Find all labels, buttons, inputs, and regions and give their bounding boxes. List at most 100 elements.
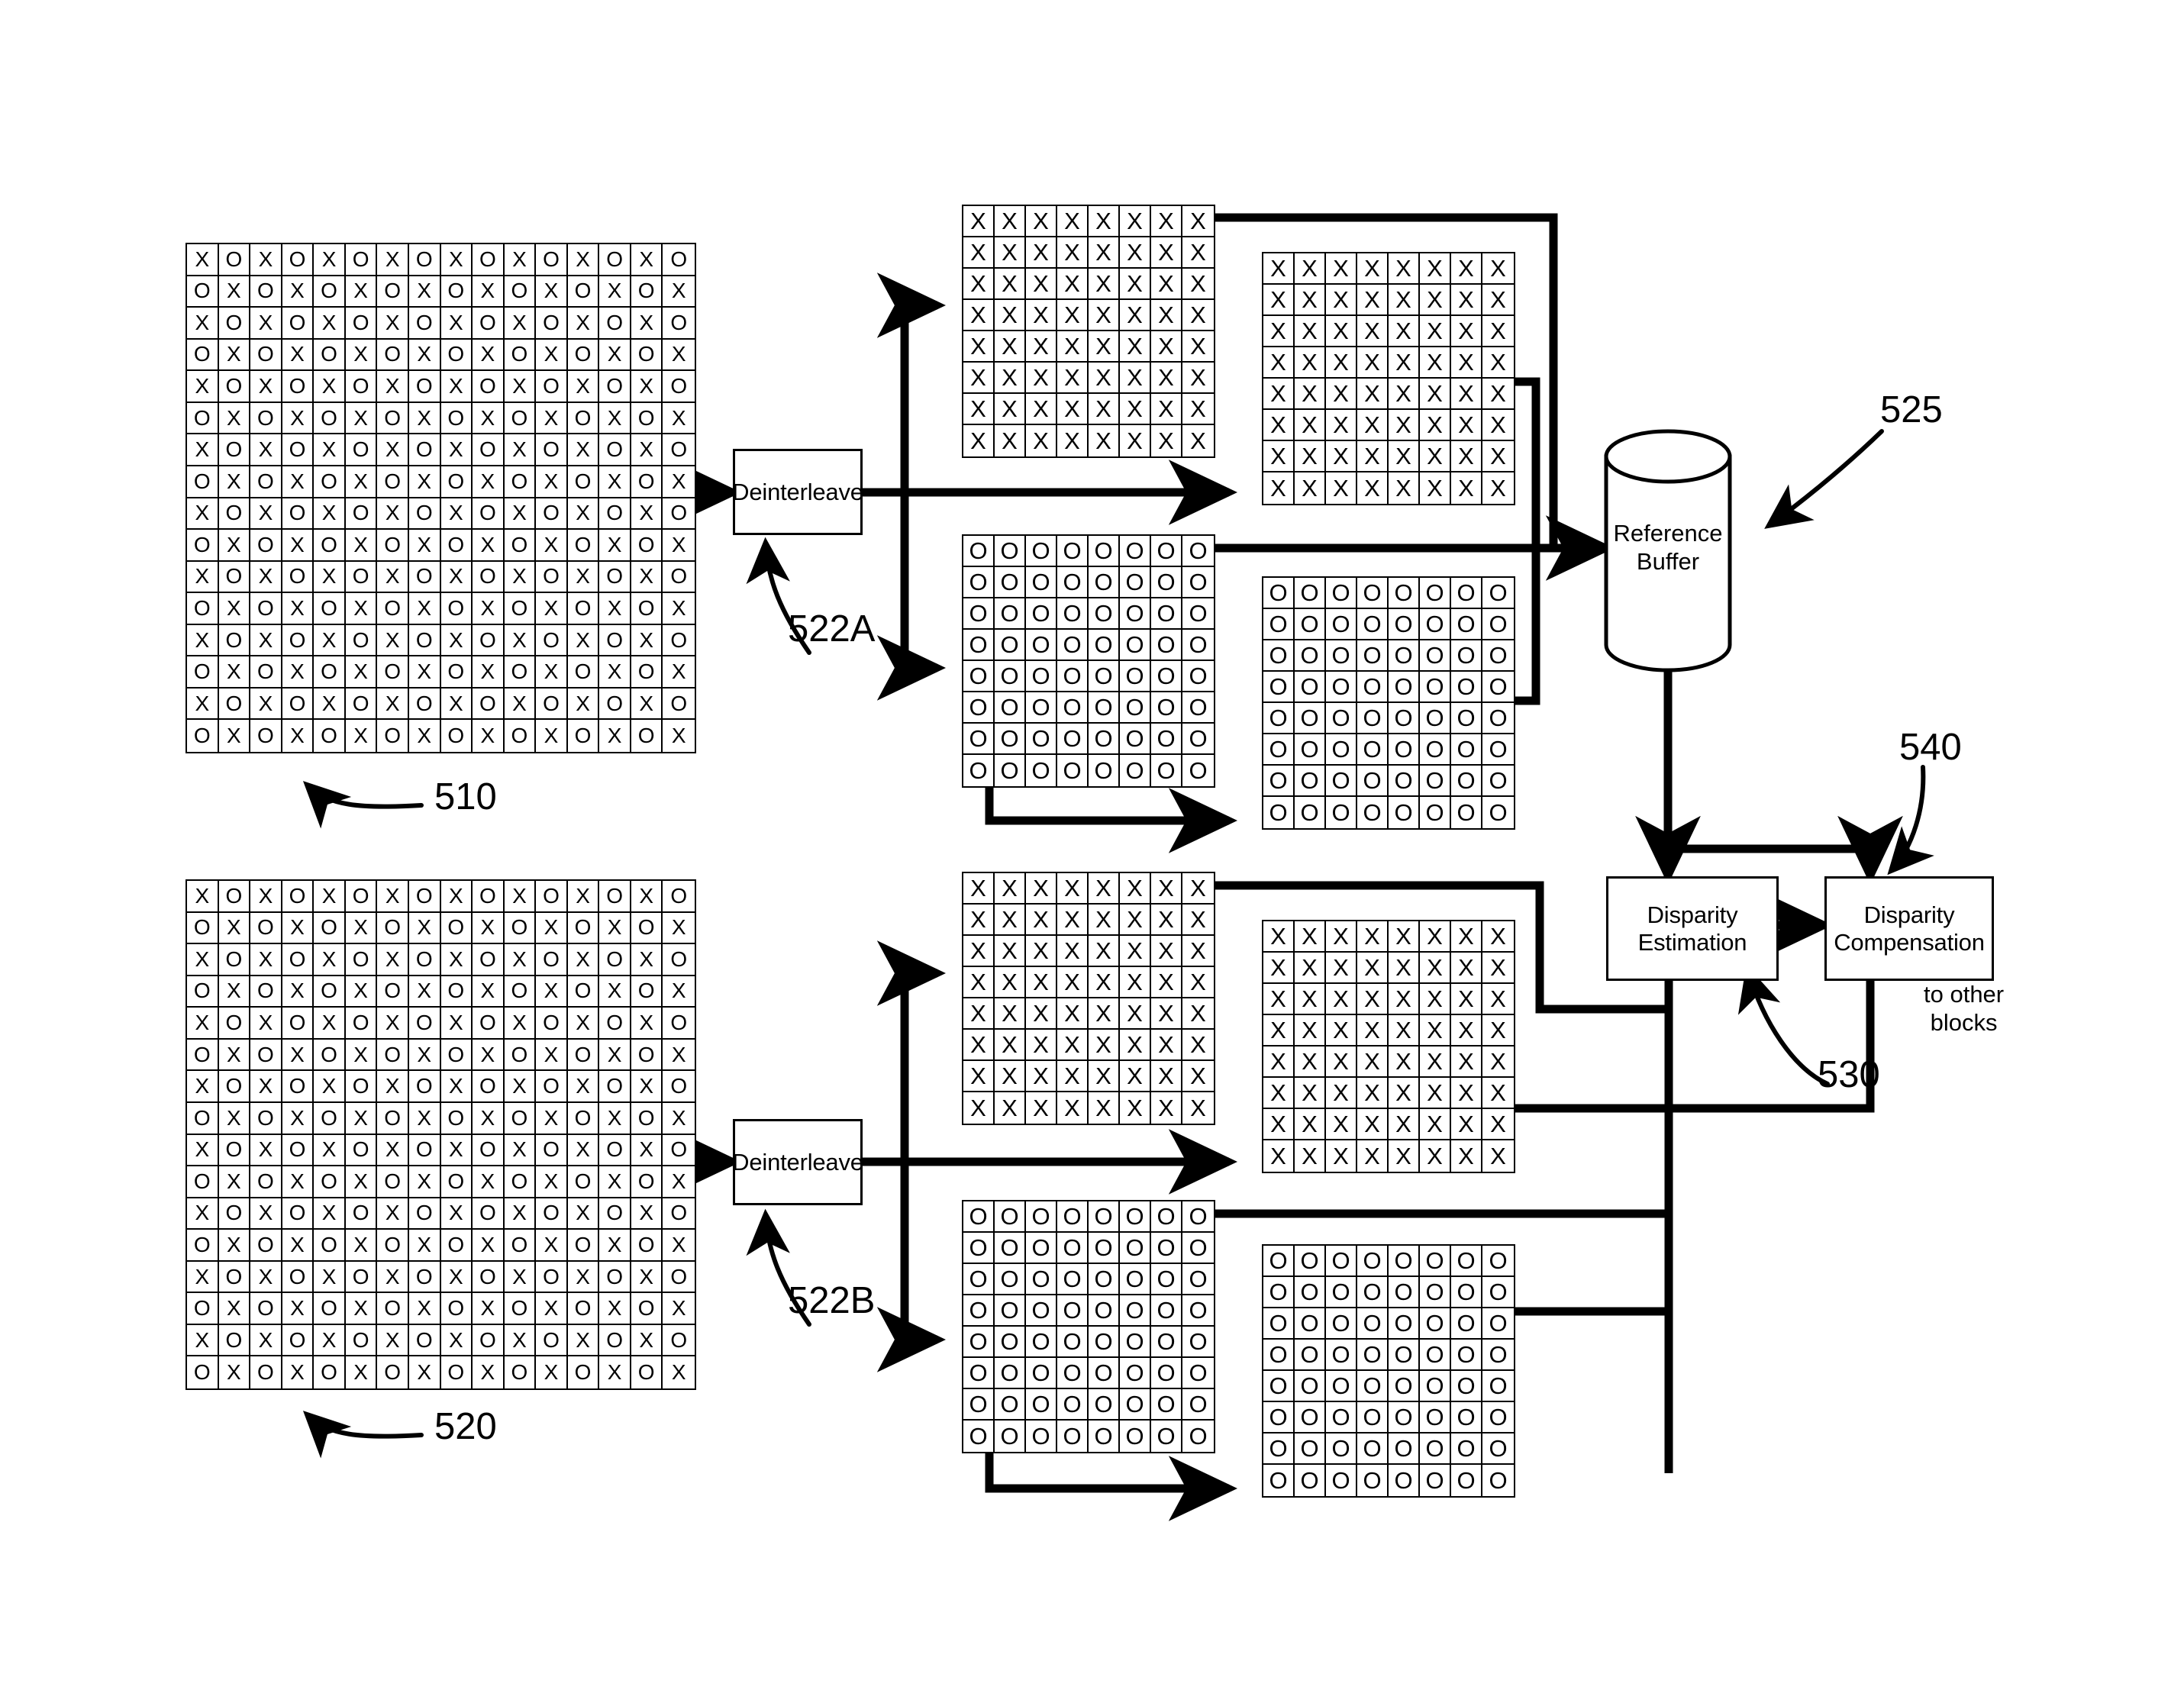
grid-cell: O xyxy=(1389,703,1420,734)
grid-cell: X xyxy=(995,1092,1026,1124)
grid-cell: O xyxy=(408,1134,441,1167)
grid-cell: O xyxy=(663,1261,695,1294)
grid-cell: O xyxy=(599,1134,631,1167)
grid-cell: O xyxy=(567,1230,600,1262)
grid-cell: X xyxy=(1151,363,1182,394)
grid-cell: O xyxy=(1295,734,1326,766)
grid-cell: O xyxy=(408,944,441,976)
grid-cell: O xyxy=(250,1102,282,1135)
grid-cell: X xyxy=(345,402,378,435)
grid-cell: X xyxy=(440,498,473,531)
grid-cell: O xyxy=(1389,734,1420,766)
grid-cell: X xyxy=(1120,967,1151,998)
grid-cell: O xyxy=(963,1201,995,1233)
grid-cell: O xyxy=(1151,1295,1182,1327)
grid-cell: O xyxy=(408,1071,441,1103)
to-other-blocks-note: to other blocks xyxy=(1924,981,2004,1037)
grid-cell: O xyxy=(1295,1277,1326,1308)
grid-cell: X xyxy=(1482,472,1514,504)
grid-cell: X xyxy=(408,530,441,562)
grid-cell: O xyxy=(1326,703,1357,734)
grid-cell: X xyxy=(408,402,441,435)
grid-cell: O xyxy=(345,1134,378,1167)
grid-cell: X xyxy=(1357,472,1389,504)
grid-cell: X xyxy=(377,308,409,340)
grid-cell: X xyxy=(282,1230,315,1262)
grid-cell: X xyxy=(1089,1030,1120,1061)
grid-cell: X xyxy=(1295,1046,1326,1078)
grid-cell: O xyxy=(218,1324,251,1357)
grid-cell: O xyxy=(473,688,505,721)
grid-cell: O xyxy=(1389,640,1420,672)
grid-cell: O xyxy=(1182,567,1214,598)
grid-cell: X xyxy=(663,530,695,562)
grid-cell: X xyxy=(1026,394,1057,425)
grid-cell: O xyxy=(1151,755,1182,786)
grid-cell: X xyxy=(1482,1078,1514,1109)
deinterleave-a-box[interactable]: Deinterleave xyxy=(732,449,863,535)
grid-cell: O xyxy=(1420,766,1451,797)
grid-cell: O xyxy=(599,561,631,594)
grid-cell: X xyxy=(504,881,537,913)
grid-cell: O xyxy=(282,1198,315,1230)
disparity-estimation-box[interactable]: Disparity Estimation xyxy=(1606,876,1779,981)
grid-cell: O xyxy=(1451,766,1482,797)
grid-cell: O xyxy=(1357,1371,1389,1402)
grid-cell: O xyxy=(1263,1308,1295,1340)
grid-cell: O xyxy=(1151,692,1182,724)
grid-cell: X xyxy=(1182,1092,1214,1124)
grid-cell: O xyxy=(345,624,378,657)
deinterleave-b-box[interactable]: Deinterleave xyxy=(732,1119,863,1205)
grid-cell: X xyxy=(473,1230,505,1262)
grid-cell: X xyxy=(1057,269,1089,300)
grid-cell: O xyxy=(408,624,441,657)
grid-cell: X xyxy=(567,1198,600,1230)
grid-cell: O xyxy=(995,1327,1026,1358)
grid-cell: X xyxy=(631,944,663,976)
grid-cell: X xyxy=(377,244,409,276)
grid-cell: X xyxy=(599,466,631,498)
grid-cell: O xyxy=(1357,1433,1389,1465)
grid-cell: O xyxy=(1451,1308,1482,1340)
grid-cell: X xyxy=(1389,472,1420,504)
disparity-compensation-label-line2: Compensation xyxy=(1834,928,1985,956)
grid-cell: O xyxy=(1420,703,1451,734)
grid-cell: O xyxy=(1182,724,1214,755)
grid-cell: O xyxy=(963,598,995,630)
grid-cell: X xyxy=(1182,1030,1214,1061)
grid-cell: X xyxy=(1151,1061,1182,1092)
grid-cell: X xyxy=(377,624,409,657)
grid-cell: O xyxy=(377,912,409,945)
grid-cell: X xyxy=(631,1071,663,1103)
grid-cell: O xyxy=(1120,1201,1151,1233)
grid-cell: X xyxy=(1057,936,1089,967)
grid-cell: O xyxy=(995,536,1026,567)
grid-cell: X xyxy=(663,720,695,752)
disparity-compensation-box[interactable]: Disparity Compensation xyxy=(1824,876,1994,981)
grid-cell: X xyxy=(663,1102,695,1135)
grid-cell: X xyxy=(187,308,219,340)
grid-cell: O xyxy=(1451,1277,1482,1308)
grid-cell: X xyxy=(1451,253,1482,285)
grid-cell: O xyxy=(504,720,537,752)
grid-cell: O xyxy=(1357,578,1389,609)
grid-cell: X xyxy=(1026,363,1057,394)
grid-cell: O xyxy=(1295,609,1326,640)
grid-cell: X xyxy=(1357,316,1389,347)
grid-cell: X xyxy=(1389,347,1420,379)
grid-cell: X xyxy=(314,624,346,657)
grid-cell: X xyxy=(282,530,315,562)
grid-cell: O xyxy=(1263,1433,1295,1465)
grid-cell: O xyxy=(1295,672,1326,703)
grid-cell: X xyxy=(377,1071,409,1103)
grid-cell: X xyxy=(1326,316,1357,347)
grid-cell: X xyxy=(1026,1061,1057,1092)
grid-cell: O xyxy=(663,1134,695,1167)
grid-cell: O xyxy=(1420,578,1451,609)
grid-cell: O xyxy=(1057,1327,1089,1358)
grid-cell: O xyxy=(1026,724,1057,755)
grid-cell: O xyxy=(1389,1371,1420,1402)
grid-cell: O xyxy=(663,561,695,594)
grid-cell: X xyxy=(1151,905,1182,936)
subgrid-a-x-1: XXXXXXXXXXXXXXXXXXXXXXXXXXXXXXXXXXXXXXXX… xyxy=(962,205,1215,458)
